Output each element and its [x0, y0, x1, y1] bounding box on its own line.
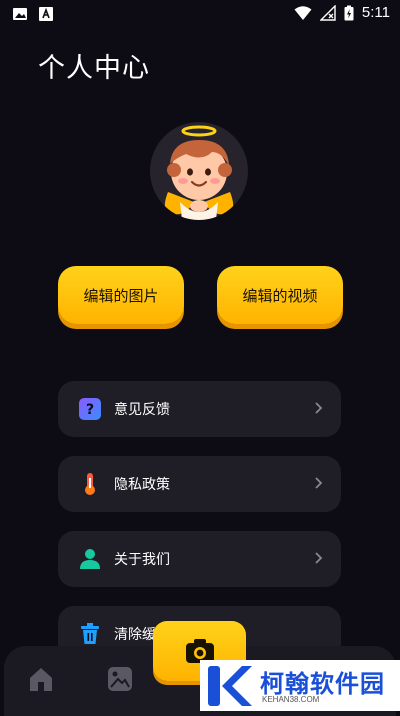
- chevron-right-icon: [315, 552, 323, 564]
- menu-item-label: 关于我们: [114, 552, 170, 568]
- edited-images-button[interactable]: 编辑的图片: [58, 266, 184, 324]
- avatar[interactable]: [150, 122, 248, 220]
- menu-item-feedback[interactable]: ? 意见反馈: [58, 381, 341, 437]
- angel-avatar-icon: [164, 125, 234, 220]
- menu-item-label: 隐私政策: [114, 477, 170, 493]
- battery-charging-icon: [344, 5, 354, 20]
- status-bar: 5:11: [0, 0, 400, 28]
- page-title: 个人中心: [38, 53, 150, 84]
- menu-item-label: 清除缓: [114, 627, 156, 643]
- clock-time: 5:11: [361, 4, 390, 21]
- watermark-brand: 柯翰软件园: [260, 670, 385, 698]
- chevron-right-icon: [315, 402, 323, 414]
- wifi-icon: [294, 5, 312, 20]
- trash-icon: [78, 622, 102, 646]
- chevron-right-icon: [315, 477, 323, 489]
- thermometer-icon: [78, 472, 102, 496]
- menu-item-privacy[interactable]: 隐私政策: [58, 456, 341, 512]
- home-icon[interactable]: [26, 664, 56, 694]
- person-icon: [78, 547, 102, 571]
- watermark: 柯翰软件园 KEHAN38.COM: [200, 660, 400, 711]
- no-signal-icon: [319, 4, 336, 21]
- edited-videos-button[interactable]: 编辑的视频: [217, 266, 343, 324]
- menu-item-about[interactable]: 关于我们: [58, 531, 341, 587]
- svg-text:?: ?: [86, 402, 94, 418]
- brand-logo-icon: [208, 666, 252, 706]
- gallery-icon[interactable]: [105, 664, 135, 694]
- text-a-icon: [39, 7, 53, 21]
- image-icon: [13, 8, 27, 20]
- menu-item-label: 意见反馈: [114, 402, 170, 418]
- question-icon: ?: [78, 397, 102, 421]
- watermark-site: KEHAN38.COM: [262, 695, 320, 704]
